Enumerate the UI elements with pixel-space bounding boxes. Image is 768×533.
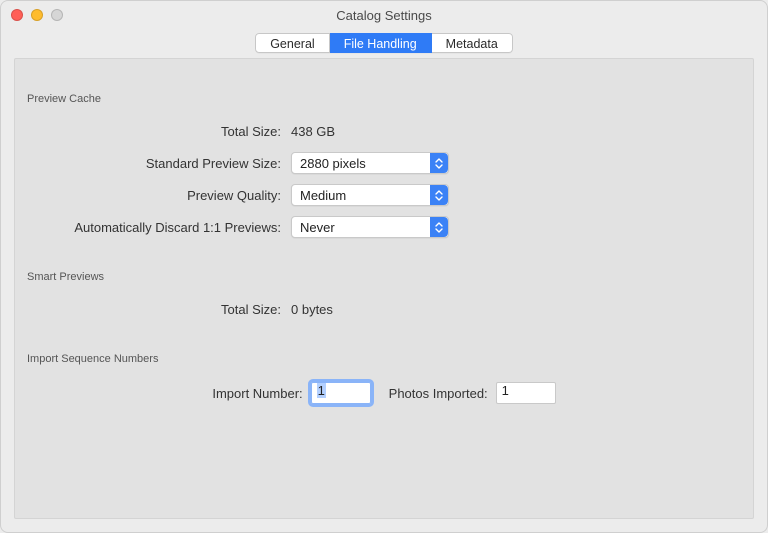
preview-cache-group-label: Preview Cache [15, 59, 753, 115]
zoom-icon [51, 9, 63, 21]
window-title: Catalog Settings [1, 8, 767, 23]
tab-file-handling[interactable]: File Handling [330, 33, 432, 53]
chevron-up-down-icon [430, 153, 448, 173]
standard-preview-size-value: 2880 pixels [300, 156, 366, 171]
traffic-lights [11, 9, 63, 21]
photos-imported-field[interactable]: 1 [496, 382, 556, 404]
photos-imported-value: 1 [502, 383, 509, 398]
auto-discard-label: Automatically Discard 1:1 Previews: [15, 220, 291, 235]
import-sequence-group-label: Import Sequence Numbers [15, 339, 753, 375]
total-size-value: 438 GB [291, 124, 335, 139]
tab-segmented-control: General File Handling Metadata [255, 33, 513, 53]
preview-quality-dropdown[interactable]: Medium [291, 184, 449, 206]
content-panel: Preview Cache Total Size: 438 GB Standar… [14, 58, 754, 519]
close-icon[interactable] [11, 9, 23, 21]
preview-quality-value: Medium [300, 188, 346, 203]
preview-cache-group: Total Size: 438 GB Standard Preview Size… [15, 115, 753, 243]
preview-quality-label: Preview Quality: [15, 188, 291, 203]
tab-general[interactable]: General [255, 33, 329, 53]
photos-imported-label: Photos Imported: [389, 386, 488, 401]
import-number-field[interactable]: 1 [311, 382, 371, 404]
minimize-icon[interactable] [31, 9, 43, 21]
smart-previews-group: Total Size: 0 bytes [15, 293, 753, 325]
chevron-up-down-icon [430, 217, 448, 237]
auto-discard-dropdown[interactable]: Never [291, 216, 449, 238]
smart-total-size-value: 0 bytes [291, 302, 333, 317]
standard-preview-size-dropdown[interactable]: 2880 pixels [291, 152, 449, 174]
smart-previews-group-label: Smart Previews [15, 257, 753, 293]
tab-bar: General File Handling Metadata [1, 29, 767, 59]
import-sequence-group: Import Number: 1 Photos Imported: 1 [15, 375, 753, 411]
tab-metadata[interactable]: Metadata [432, 33, 513, 53]
smart-total-size-label: Total Size: [15, 302, 291, 317]
titlebar: Catalog Settings [1, 1, 767, 29]
total-size-label: Total Size: [15, 124, 291, 139]
import-number-label: Import Number: [212, 386, 302, 401]
standard-preview-size-label: Standard Preview Size: [15, 156, 291, 171]
auto-discard-value: Never [300, 220, 335, 235]
import-number-value: 1 [317, 383, 326, 398]
chevron-up-down-icon [430, 185, 448, 205]
